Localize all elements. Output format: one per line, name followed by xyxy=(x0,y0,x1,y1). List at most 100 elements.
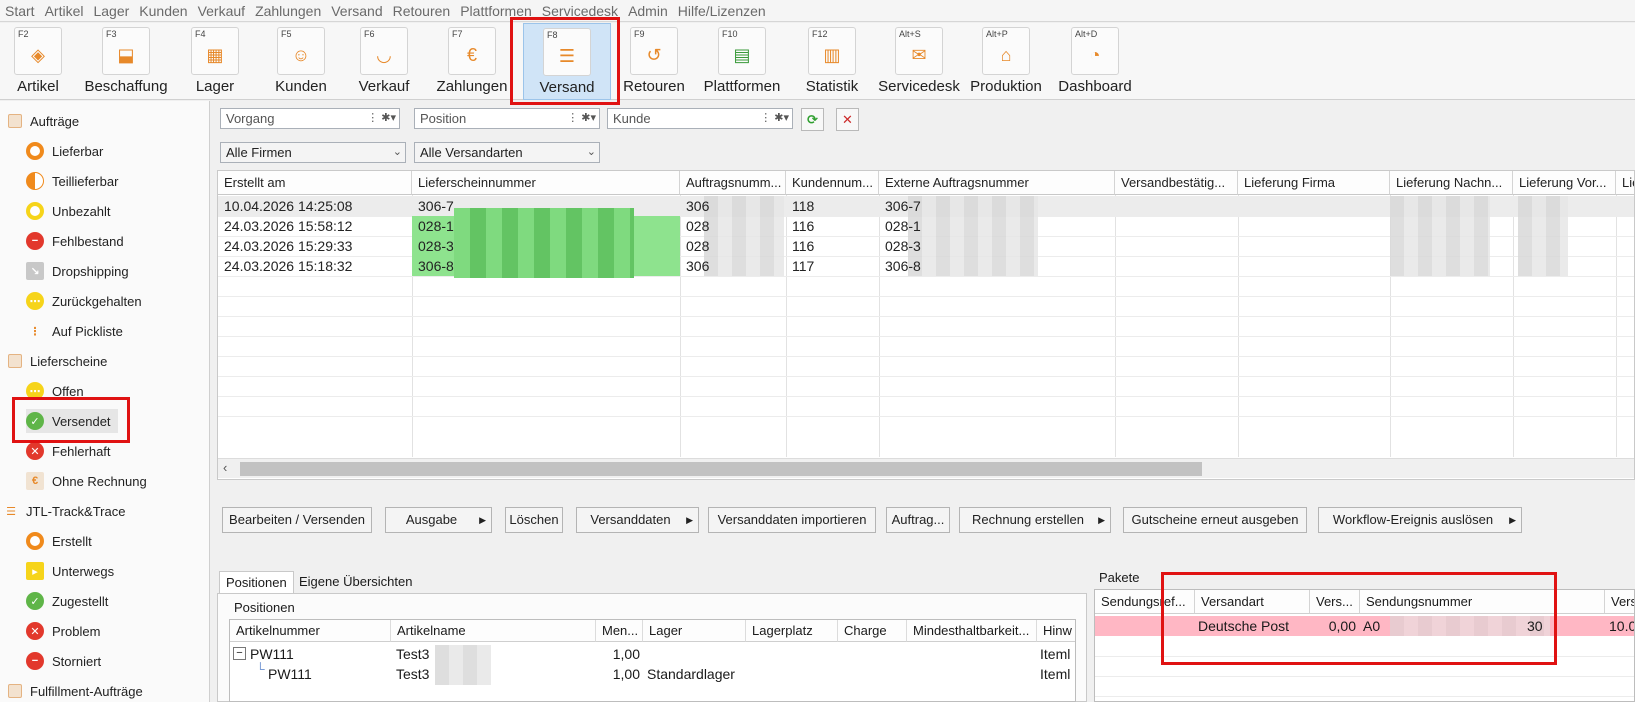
sidebar-item-erstellt[interactable]: Erstellt xyxy=(26,529,92,553)
position-filter-input[interactable]: Position ⋮ ✱▾ xyxy=(414,108,600,129)
col-artikelnummer[interactable]: Artikelnummer xyxy=(230,620,391,642)
toolbar-retouren-button[interactable]: F9 ↺ Retouren xyxy=(614,23,694,100)
vorgang-filter-input[interactable]: Vorgang ⋮ ✱▾ xyxy=(220,108,400,129)
filter-options-icon[interactable]: ⋮ ✱▾ xyxy=(367,109,396,128)
col-mhd[interactable]: Mindesthaltbarkeit... xyxy=(907,620,1037,642)
col-versandbest[interactable]: Versandbestätig... xyxy=(1115,171,1238,195)
col-lieferschein[interactable]: Lieferscheinnummer xyxy=(412,171,680,195)
col-sendungsnummer[interactable]: Sendungsnummer xyxy=(1360,590,1605,614)
menu-zahlungen[interactable]: Zahlungen xyxy=(250,3,326,19)
versanddaten-button[interactable]: Versanddaten ▶ xyxy=(576,507,699,533)
toolbar-beschaffung-button[interactable]: F3 ⬓ Beschaffung xyxy=(80,23,172,100)
toolbar-dashboard-button[interactable]: Alt+D ◔ Dashboard xyxy=(1052,23,1138,100)
kunde-filter-input[interactable]: Kunde ⋮ ✱▾ xyxy=(607,108,793,129)
sidebar-item-lieferbar[interactable]: Lieferbar xyxy=(26,139,103,163)
toolbar-servicedesk-button[interactable]: Alt+S ✉ Servicedesk xyxy=(874,23,964,100)
col-lief-more[interactable]: Lie xyxy=(1616,171,1634,195)
sidebar-item-problem[interactable]: ✕ Problem xyxy=(26,619,100,643)
sidebar-item-unbezahlt[interactable]: Unbezahlt xyxy=(26,199,111,223)
col-versandart[interactable]: Versandart xyxy=(1195,590,1310,614)
col-versandkosten[interactable]: Vers... xyxy=(1310,590,1360,614)
toolbar-produktion-button[interactable]: Alt+P ⌂ Produktion xyxy=(966,23,1046,100)
scrollbar-thumb[interactable] xyxy=(240,462,1202,476)
sidebar-item-teillieferbar[interactable]: Teillieferbar xyxy=(26,169,118,193)
col-charge[interactable]: Charge xyxy=(838,620,907,642)
menu-start[interactable]: Start xyxy=(0,3,40,19)
toolbar-versand-button[interactable]: F8 ☰ Versand xyxy=(523,23,611,100)
sidebar-item-offen[interactable]: ⋯ Offen xyxy=(26,379,84,403)
minus-red-icon: − xyxy=(26,652,44,670)
sidebar-item-zugestellt[interactable]: ✓ Zugestellt xyxy=(26,589,108,613)
menu-plattformen[interactable]: Plattformen xyxy=(455,3,537,19)
sidebar-group-tracktrace[interactable]: ☰ JTL-Track&Trace xyxy=(4,499,125,523)
sidebar-item-storniert[interactable]: − Storniert xyxy=(26,649,101,673)
menu-hilfe[interactable]: Hilfe/Lizenzen xyxy=(673,3,771,19)
col-erstellt[interactable]: Erstellt am xyxy=(218,171,412,195)
clear-filter-icon[interactable]: ✕ xyxy=(836,108,859,131)
sidebar-item-unterwegs[interactable]: ▸ Unterwegs xyxy=(26,559,114,583)
menu-kunden[interactable]: Kunden xyxy=(134,3,192,19)
rechnung-erstellen-button[interactable]: Rechnung erstellen ▶ xyxy=(959,507,1111,533)
col-lief-firma[interactable]: Lieferung Firma xyxy=(1238,171,1390,195)
toolbar-plattformen-button[interactable]: F10 ▤ Plattformen xyxy=(698,23,786,100)
col-sendungsref[interactable]: Sendungsref... xyxy=(1095,590,1195,614)
menu-servicedesk[interactable]: Servicedesk xyxy=(537,3,623,19)
collapse-icon[interactable]: − xyxy=(233,647,246,660)
col-vers[interactable]: Vers xyxy=(1605,590,1634,614)
sidebar-item-fehlbestand[interactable]: − Fehlbestand xyxy=(26,229,124,253)
horizontal-scrollbar[interactable]: ‹ xyxy=(218,458,1634,478)
sidebar-item-fehlerhaft[interactable]: ✕ Fehlerhaft xyxy=(26,439,111,463)
sidebar-group-fulfillment[interactable]: Fulfillment-Aufträge xyxy=(8,679,143,702)
tab-positionen[interactable]: Positionen xyxy=(219,571,294,593)
toolbar-verkauf-button[interactable]: F6 ◡ Verkauf xyxy=(346,23,422,100)
col-kunde[interactable]: Kundennum... xyxy=(786,171,879,195)
menu-versand[interactable]: Versand xyxy=(326,3,387,19)
versandart-select[interactable]: Alle Versandarten ⌄ xyxy=(414,142,600,163)
paket-nummer-prefix: A0 xyxy=(1363,618,1381,634)
sidebar-item-dropshipping[interactable]: ↘ Dropshipping xyxy=(26,259,129,283)
bearbeiten-versenden-button[interactable]: Bearbeiten / Versenden xyxy=(222,507,372,533)
gutscheine-button[interactable]: Gutscheine erneut ausgeben xyxy=(1123,507,1307,533)
menu-admin[interactable]: Admin xyxy=(623,3,673,19)
sidebar-item-versendet[interactable]: ✓ Versendet xyxy=(26,409,118,433)
cell-extern: 306-7 xyxy=(885,198,921,214)
gauge-icon: ◔ xyxy=(1089,45,1101,65)
toolbar-statistik-button[interactable]: F12 ▥ Statistik xyxy=(794,23,870,100)
menu-retouren[interactable]: Retouren xyxy=(388,3,456,19)
loeschen-button[interactable]: Löschen xyxy=(505,507,563,533)
toolbar-artikel-button[interactable]: F2 ◈ Artikel xyxy=(0,23,76,100)
versanddaten-importieren-button[interactable]: Versanddaten importieren xyxy=(708,507,876,533)
col-lagerplatz[interactable]: Lagerplatz xyxy=(746,620,838,642)
toolbar-lager-button[interactable]: F4 ▦ Lager xyxy=(176,23,254,100)
menu-lager[interactable]: Lager xyxy=(88,3,134,19)
col-lager[interactable]: Lager xyxy=(643,620,746,642)
sidebar-item-zurueckgehalten[interactable]: ⋯ Zurückgehalten xyxy=(26,289,142,313)
col-hinweis[interactable]: Hinw xyxy=(1037,620,1075,642)
col-menge[interactable]: Men... xyxy=(596,620,643,642)
cell-lieferschein: 306-8 xyxy=(418,258,454,274)
sidebar-item-ohne-rechnung[interactable]: € Ohne Rechnung xyxy=(26,469,147,493)
col-lief-vorname[interactable]: Lieferung Vor... xyxy=(1513,171,1616,195)
toolbar-kunden-button[interactable]: F5 ☺ Kunden xyxy=(262,23,340,100)
workflow-ereignis-button[interactable]: Workflow-Ereignis auslösen ▶ xyxy=(1318,507,1522,533)
auftrag-button[interactable]: Auftrag... xyxy=(886,507,950,533)
col-lief-nachname[interactable]: Lieferung Nachn... xyxy=(1390,171,1513,195)
toolbar-zahlungen-button[interactable]: F7 € Zahlungen xyxy=(428,23,516,100)
sidebar-group-auftraege[interactable]: Aufträge xyxy=(8,109,79,133)
filter-options-icon[interactable]: ⋮ ✱▾ xyxy=(567,109,596,128)
ausgabe-button[interactable]: Ausgabe ▶ xyxy=(385,507,492,533)
menu-verkauf[interactable]: Verkauf xyxy=(193,3,250,19)
firma-select[interactable]: Alle Firmen ⌄ xyxy=(220,142,406,163)
cell-erstellt: 10.04.2026 14:25:08 xyxy=(224,198,353,214)
col-artikelname[interactable]: Artikelname xyxy=(391,620,596,642)
scroll-left-icon[interactable]: ‹ xyxy=(223,460,227,475)
col-extern[interactable]: Externe Auftragsnummer xyxy=(879,171,1115,195)
paket-ref xyxy=(1095,616,1101,636)
tab-eigene-uebersichten[interactable]: Eigene Übersichten xyxy=(293,571,418,593)
col-auftrag[interactable]: Auftragsnumm... xyxy=(680,171,786,195)
refresh-icon[interactable]: ⟳ xyxy=(801,108,824,131)
sidebar-item-pickliste[interactable]: ⋮ Auf Pickliste xyxy=(26,319,123,343)
filter-options-icon[interactable]: ⋮ ✱▾ xyxy=(760,109,789,128)
sidebar-group-lieferscheine[interactable]: Lieferscheine xyxy=(8,349,107,373)
menu-artikel[interactable]: Artikel xyxy=(40,3,89,19)
